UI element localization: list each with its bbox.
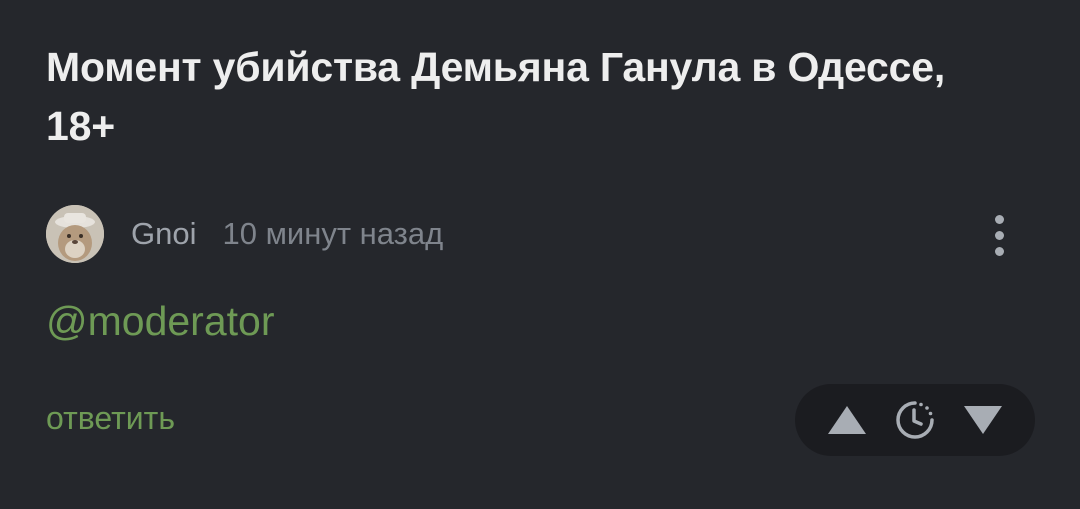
clock-icon [896, 401, 934, 439]
more-vertical-icon[interactable] [980, 206, 1018, 264]
more-dot [994, 246, 1004, 256]
comment-header: Gnoi 10 минут назад [46, 204, 443, 264]
avatar[interactable] [46, 205, 104, 263]
triangle-up-icon [828, 406, 866, 434]
author-name[interactable]: Gnoi [131, 216, 196, 252]
save-button[interactable] [891, 396, 939, 444]
vote-bar [795, 384, 1035, 456]
upvote-button[interactable] [823, 396, 871, 444]
more-dot [994, 214, 1004, 224]
comment-text[interactable]: @moderator [46, 298, 274, 345]
more-dot [994, 230, 1004, 240]
triangle-down-icon [964, 406, 1002, 434]
reply-button[interactable]: ответить [46, 400, 175, 437]
timestamp: 10 минут назад [222, 216, 444, 251]
avatar-image [46, 205, 104, 263]
post-title: Момент убийства Демьяна Ганула в Одессе,… [46, 44, 946, 149]
downvote-button[interactable] [959, 396, 1007, 444]
